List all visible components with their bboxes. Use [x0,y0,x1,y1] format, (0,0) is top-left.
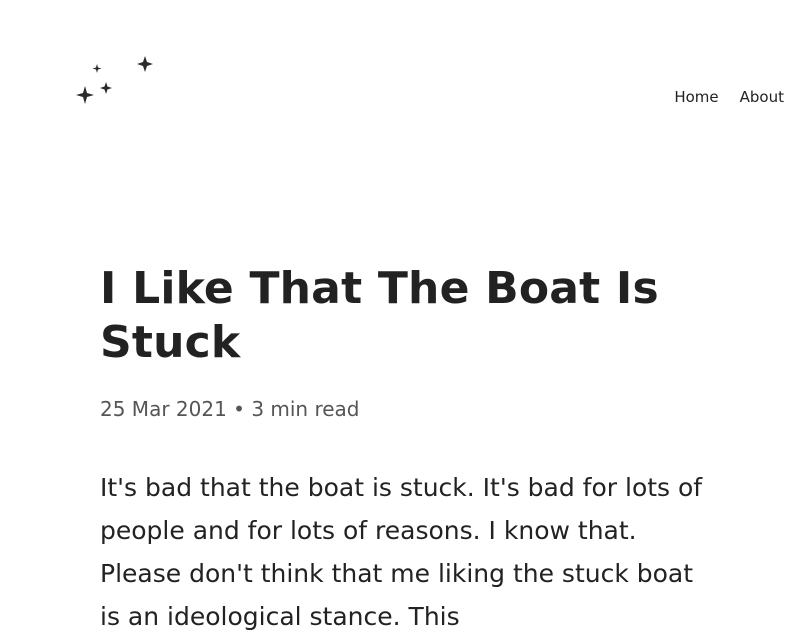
site-logo-link[interactable] [72,52,156,138]
post-intro-paragraph: It's bad that the boat is stuck. It's ba… [100,473,703,631]
post-read-time: 3 min read [251,397,360,421]
post-date: 25 Mar 2021 [100,397,227,421]
meta-separator: • [233,397,245,421]
moon-and-stars-icon [76,56,153,137]
nav-about-link[interactable]: About [740,87,784,107]
main-nav: Home About [674,87,784,107]
post-article: I Like That The Boat Is Stuck 25 Mar 202… [100,262,710,638]
nav-home-link[interactable]: Home [674,87,718,107]
post-title: I Like That The Boat Is Stuck [100,263,659,368]
post-meta: 25 Mar 2021 • 3 min read [100,394,710,424]
site-header: Home About [0,0,800,200]
